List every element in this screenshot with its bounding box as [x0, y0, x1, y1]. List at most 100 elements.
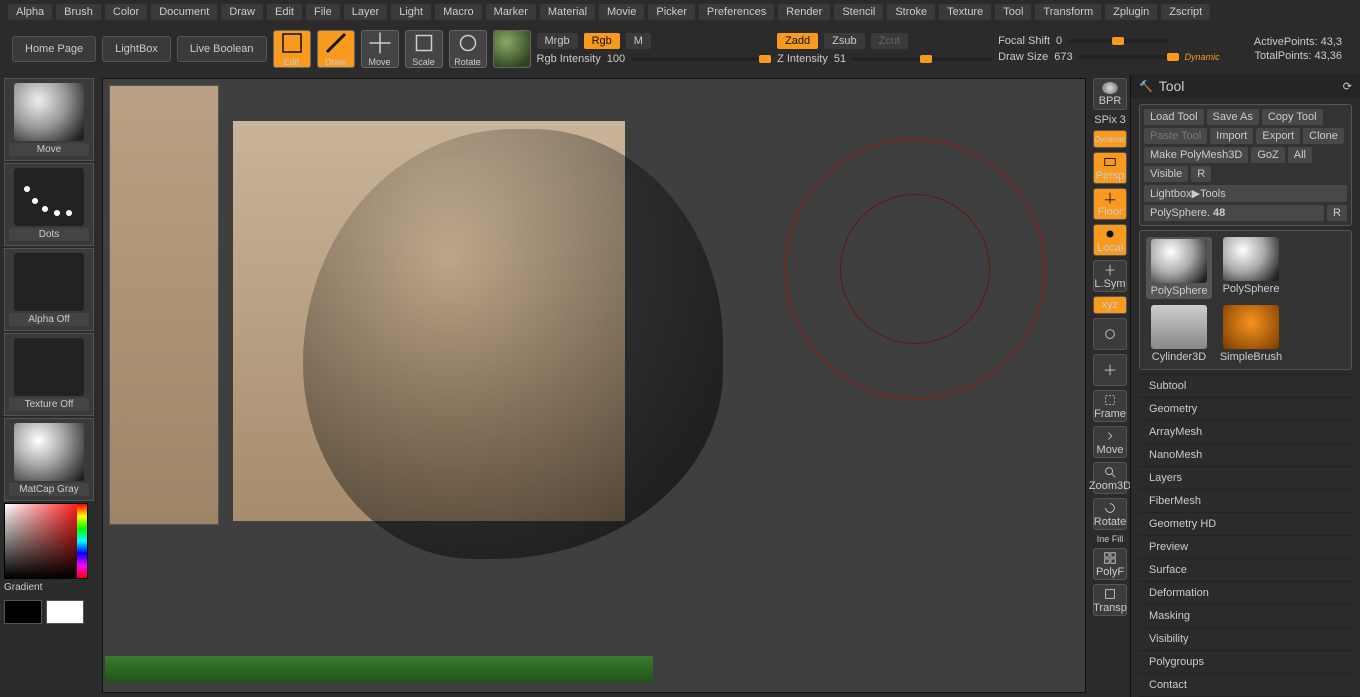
section-masking[interactable]: Masking	[1139, 604, 1352, 627]
lightbox-button[interactable]: LightBox	[102, 36, 171, 62]
menu-file[interactable]: File	[306, 4, 340, 20]
zoom3d-button[interactable]: Zoom3D	[1093, 462, 1127, 494]
menu-picker[interactable]: Picker	[648, 4, 695, 20]
section-polygroups[interactable]: Polygroups	[1139, 650, 1352, 673]
draw-size-slider[interactable]	[1079, 55, 1179, 59]
rgb-button[interactable]: Rgb	[584, 33, 620, 49]
export-button[interactable]: Export	[1256, 128, 1300, 144]
lightbox-tools-button[interactable]: Lightbox▶Tools	[1144, 185, 1347, 202]
move-mode-button[interactable]: Move	[361, 30, 399, 68]
section-contact[interactable]: Contact	[1139, 673, 1352, 696]
axis-gizmo-icon[interactable]	[1093, 354, 1127, 386]
bpr-button[interactable]: BPR	[1093, 78, 1127, 110]
paste-tool-button[interactable]: Paste Tool	[1144, 128, 1207, 144]
color-picker[interactable]	[4, 503, 88, 579]
thumb-simplebrush[interactable]: SimpleBrush	[1218, 305, 1284, 363]
section-preview[interactable]: Preview	[1139, 535, 1352, 558]
menu-color[interactable]: Color	[105, 4, 147, 20]
floor-button[interactable]: Floor	[1093, 188, 1127, 220]
dynamic-label[interactable]: Dynamic	[1185, 52, 1220, 62]
live-boolean-button[interactable]: Live Boolean	[177, 36, 267, 62]
rotate-gizmo-button[interactable]: Rotate	[1093, 498, 1127, 530]
menu-stencil[interactable]: Stencil	[834, 4, 883, 20]
load-tool-button[interactable]: Load Tool	[1144, 109, 1204, 125]
menu-light[interactable]: Light	[391, 4, 431, 20]
menu-alpha[interactable]: Alpha	[8, 4, 52, 20]
lsym-button[interactable]: L.Sym	[1093, 260, 1127, 292]
menu-draw[interactable]: Draw	[221, 4, 263, 20]
clone-button[interactable]: Clone	[1303, 128, 1344, 144]
xyz-button[interactable]: xyz	[1093, 296, 1127, 314]
mrgb-button[interactable]: Mrgb	[537, 33, 578, 49]
transp-button[interactable]: Transp	[1093, 584, 1127, 616]
r-button-2[interactable]: R	[1327, 205, 1347, 221]
material-selector[interactable]: MatCap Gray	[4, 418, 94, 501]
import-button[interactable]: Import	[1210, 128, 1253, 144]
zsub-button[interactable]: Zsub	[824, 33, 864, 49]
move-gizmo-button[interactable]: Move	[1093, 426, 1127, 458]
menu-edit[interactable]: Edit	[267, 4, 302, 20]
menu-document[interactable]: Document	[151, 4, 217, 20]
section-layers[interactable]: Layers	[1139, 466, 1352, 489]
polyf-button[interactable]: PolyF	[1093, 548, 1127, 580]
zadd-button[interactable]: Zadd	[777, 33, 818, 49]
panel-refresh-icon[interactable]: ⟳	[1343, 80, 1352, 93]
draw-mode-button[interactable]: Draw	[317, 30, 355, 68]
edit-mode-button[interactable]: Edit	[273, 30, 311, 68]
section-deformation[interactable]: Deformation	[1139, 581, 1352, 604]
scale-mode-button[interactable]: Scale	[405, 30, 443, 68]
persp-button[interactable]: Persp	[1093, 152, 1127, 184]
rotate-mode-button[interactable]: Rotate	[449, 30, 487, 68]
menu-preferences[interactable]: Preferences	[699, 4, 774, 20]
material-preview-icon[interactable]	[493, 30, 531, 68]
thumb-polysphere-active[interactable]: PolySphere	[1146, 237, 1212, 299]
rotate-gizmo-icon[interactable]	[1093, 318, 1127, 350]
make-polymesh3d-button[interactable]: Make PolyMesh3D	[1144, 147, 1248, 163]
swatch-black[interactable]	[4, 600, 42, 624]
menu-render[interactable]: Render	[778, 4, 830, 20]
brush-selector[interactable]: Move	[4, 78, 94, 161]
section-nanomesh[interactable]: NanoMesh	[1139, 443, 1352, 466]
r-button[interactable]: R	[1191, 166, 1211, 182]
local-button[interactable]: Local	[1093, 224, 1127, 256]
menu-marker[interactable]: Marker	[486, 4, 536, 20]
menu-layer[interactable]: Layer	[344, 4, 388, 20]
menu-zplugin[interactable]: Zplugin	[1105, 4, 1157, 20]
menu-material[interactable]: Material	[540, 4, 595, 20]
visible-button[interactable]: Visible	[1144, 166, 1188, 182]
section-subtool[interactable]: Subtool	[1139, 374, 1352, 397]
texture-selector[interactable]: Texture Off	[4, 333, 94, 416]
section-surface[interactable]: Surface	[1139, 558, 1352, 581]
menu-movie[interactable]: Movie	[599, 4, 644, 20]
home-page-button[interactable]: Home Page	[12, 36, 96, 62]
goz-button[interactable]: GoZ	[1251, 147, 1284, 163]
menu-tool[interactable]: Tool	[995, 4, 1031, 20]
current-tool-name[interactable]: PolySphere. 48	[1144, 205, 1324, 221]
section-arraymesh[interactable]: ArrayMesh	[1139, 420, 1352, 443]
zcut-button[interactable]: Zcut	[871, 33, 908, 49]
menu-texture[interactable]: Texture	[939, 4, 991, 20]
z-intensity-slider[interactable]	[852, 57, 992, 61]
save-as-button[interactable]: Save As	[1207, 109, 1259, 125]
thumb-polysphere-2[interactable]: PolySphere	[1218, 237, 1284, 299]
all-button[interactable]: All	[1288, 147, 1312, 163]
dynamic-toggle[interactable]: Dynamic	[1093, 130, 1127, 148]
section-geometryhd[interactable]: Geometry HD	[1139, 512, 1352, 535]
swatch-white[interactable]	[46, 600, 84, 624]
menu-stroke[interactable]: Stroke	[887, 4, 935, 20]
focal-shift-slider[interactable]	[1068, 39, 1168, 43]
section-geometry[interactable]: Geometry	[1139, 397, 1352, 420]
menu-macro[interactable]: Macro	[435, 4, 482, 20]
frame-button[interactable]: Frame	[1093, 390, 1127, 422]
viewport[interactable]	[102, 78, 1086, 693]
section-visibility[interactable]: Visibility	[1139, 627, 1352, 650]
menu-transform[interactable]: Transform	[1035, 4, 1101, 20]
copy-tool-button[interactable]: Copy Tool	[1262, 109, 1323, 125]
thumb-cylinder3d[interactable]: Cylinder3D	[1146, 305, 1212, 363]
menu-zscript[interactable]: Zscript	[1161, 4, 1210, 20]
section-fibermesh[interactable]: FiberMesh	[1139, 489, 1352, 512]
rgb-intensity-slider[interactable]	[631, 57, 771, 61]
stroke-selector[interactable]: Dots	[4, 163, 94, 246]
alpha-selector[interactable]: Alpha Off	[4, 248, 94, 331]
menu-brush[interactable]: Brush	[56, 4, 101, 20]
